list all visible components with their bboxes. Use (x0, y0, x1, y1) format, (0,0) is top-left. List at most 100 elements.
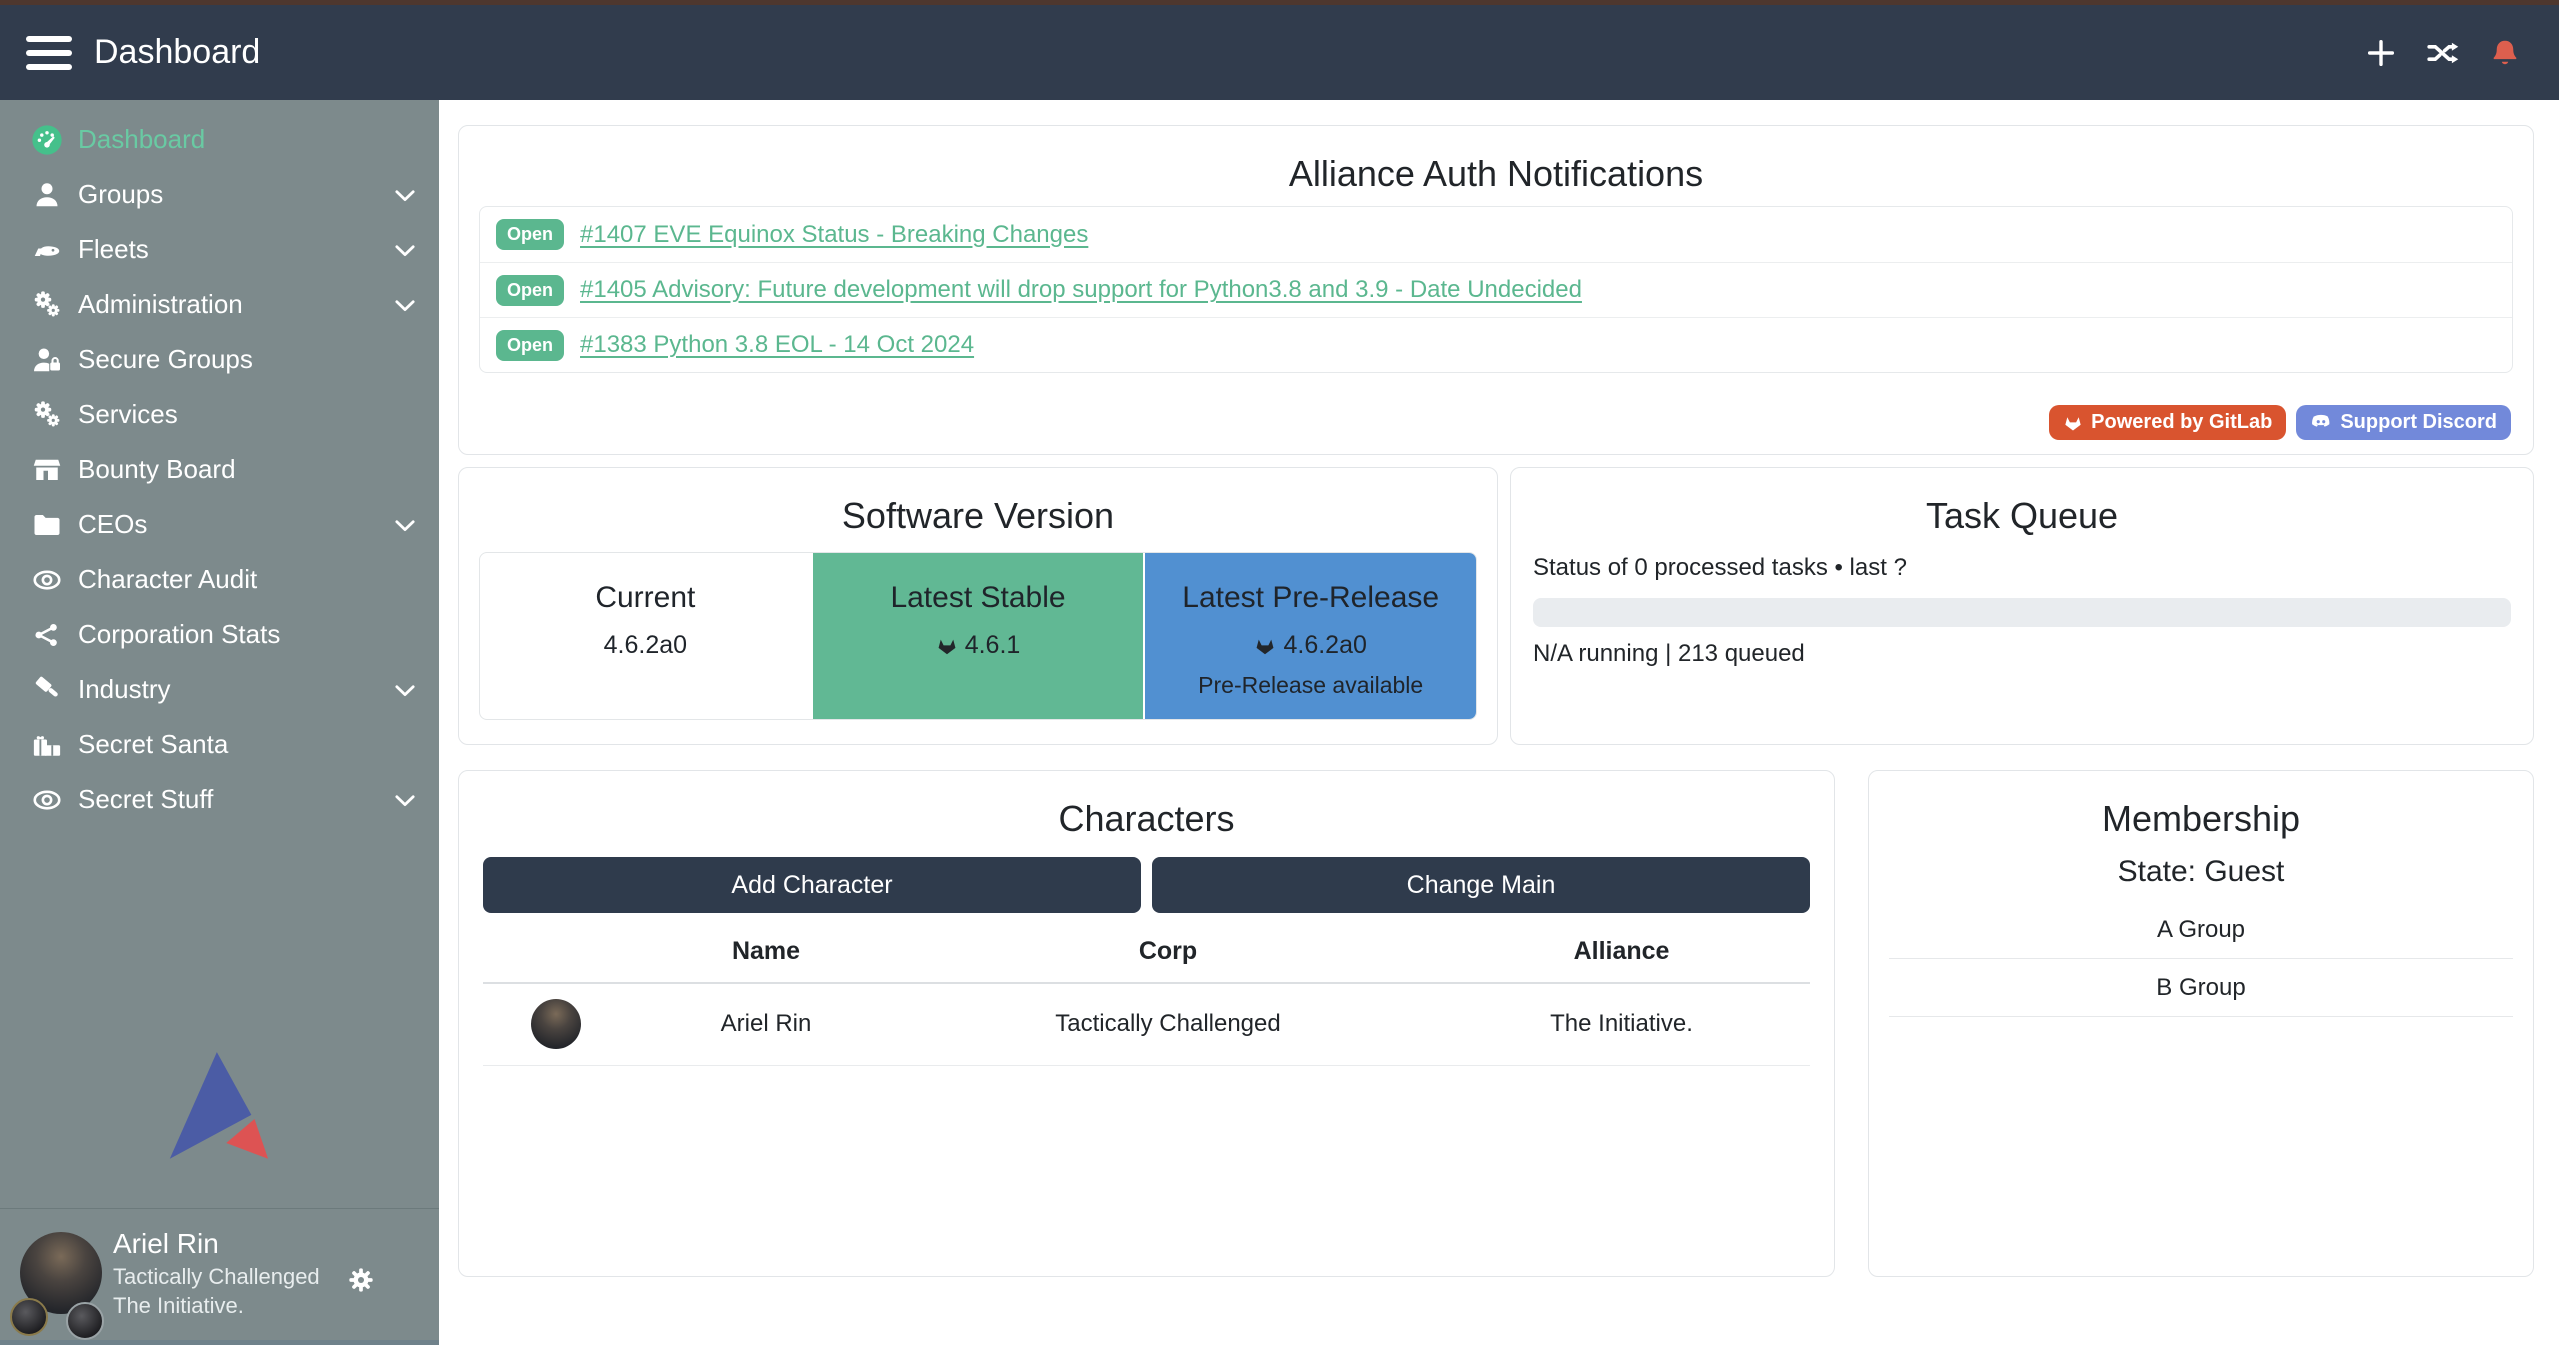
task-progress-bar (1533, 598, 2511, 627)
gitlab-icon (1254, 635, 1276, 657)
cell-corp: Tactically Challenged (903, 983, 1433, 1065)
gitlab-badge-label: Powered by GitLab (2091, 411, 2272, 434)
sidebar-item-label: Bounty Board (78, 454, 236, 485)
alliance-logo-badge (66, 1302, 104, 1340)
header-name: Name (629, 925, 903, 983)
notifications-bell-icon[interactable] (2487, 35, 2523, 71)
sidebar-item-label: Secure Groups (78, 344, 253, 375)
shuffle-icon[interactable] (2425, 35, 2461, 71)
gears-icon (28, 288, 66, 322)
sidebar-item-label: Fleets (78, 234, 149, 265)
discord-badge-label: Support Discord (2340, 411, 2497, 434)
gitlab-icon (936, 635, 958, 657)
version-label: Latest Pre-Release (1145, 581, 1476, 615)
notification-row: Open #1407 EVE Equinox Status - Breaking… (480, 207, 2512, 262)
notification-row: Open #1405 Advisory: Future development … (480, 262, 2512, 317)
sidebar-item-label: Industry (78, 674, 171, 705)
gitlab-icon (2063, 413, 2083, 433)
chevron-down-icon (391, 676, 419, 704)
chevron-down-icon (391, 181, 419, 209)
sidebar-item-character-audit[interactable]: Character Audit (0, 552, 439, 607)
sidebar-item-secret-santa[interactable]: Secret Santa (0, 717, 439, 772)
user-settings-gear-icon[interactable] (347, 1266, 375, 1299)
version-current: Current 4.6.2a0 (480, 553, 811, 719)
sidebar-item-services[interactable]: Services (0, 387, 439, 442)
notifications-panel: Alliance Auth Notifications Open #1407 E… (458, 125, 2534, 455)
header-portrait (483, 925, 629, 983)
version-value: 4.6.1 (965, 631, 1021, 660)
sidebar-item-label: Character Audit (78, 564, 257, 595)
version-latest-stable: Latest Stable 4.6.1 (811, 553, 1144, 719)
version-value: 4.6.2a0 (1283, 631, 1366, 660)
sidebar-item-corporation-stats[interactable]: Corporation Stats (0, 607, 439, 662)
notification-link[interactable]: #1407 EVE Equinox Status - Breaking Chan… (580, 221, 1088, 249)
status-badge: Open (496, 219, 564, 250)
notifications-list: Open #1407 EVE Equinox Status - Breaking… (479, 206, 2513, 373)
main-content: Alliance Auth Notifications Open #1407 E… (439, 100, 2559, 1345)
characters-panel: Characters Add Character Change Main Nam… (458, 770, 1835, 1277)
sidebar-item-label: Dashboard (78, 124, 205, 155)
notification-link[interactable]: #1405 Advisory: Future development will … (580, 276, 1582, 304)
sidebar-item-fleets[interactable]: Fleets (0, 222, 439, 277)
user-alliance: The Initiative. (113, 1291, 320, 1320)
gifts-icon (28, 728, 66, 762)
version-columns: Current 4.6.2a0 Latest Stable 4.6.1 Late… (479, 552, 1477, 720)
sidebar-item-bounty-board[interactable]: Bounty Board (0, 442, 439, 497)
sidebar-item-ceos[interactable]: CEOs (0, 497, 439, 552)
chevron-down-icon (391, 291, 419, 319)
add-character-button[interactable]: Add Character (483, 857, 1141, 913)
task-queue-line: N/A running | 213 queued (1533, 640, 2511, 668)
chevron-down-icon (391, 511, 419, 539)
gauge-icon (28, 123, 66, 157)
membership-title: Membership (1869, 771, 2533, 841)
membership-groups: A Group B Group (1889, 901, 2513, 1017)
prerelease-note: Pre-Release available (1145, 672, 1476, 699)
software-version-panel: Software Version Current 4.6.2a0 Latest … (458, 467, 1498, 745)
folder-icon (28, 508, 66, 542)
powered-by-gitlab-badge[interactable]: Powered by GitLab (2049, 405, 2286, 440)
user-corp: Tactically Challenged (113, 1262, 320, 1291)
character-portrait (531, 999, 581, 1049)
task-queue-panel: Task Queue Status of 0 processed tasks •… (1510, 467, 2534, 745)
version-label: Latest Stable (813, 581, 1144, 615)
membership-state: State: Guest (1869, 855, 2533, 889)
sidebar-item-industry[interactable]: Industry (0, 662, 439, 717)
corp-logo-badge (10, 1298, 48, 1336)
version-value: 4.6.2a0 (604, 631, 687, 660)
hamburger-menu-icon[interactable] (26, 36, 72, 70)
status-badge: Open (496, 330, 564, 361)
list-item: A Group (1889, 901, 2513, 959)
sidebar-item-label: Corporation Stats (78, 619, 280, 650)
sidebar-item-dashboard[interactable]: Dashboard (0, 112, 439, 167)
table-row: Ariel Rin Tactically Challenged The Init… (483, 983, 1810, 1065)
change-main-button[interactable]: Change Main (1152, 857, 1810, 913)
sidebar-menu: Dashboard Groups (0, 100, 439, 827)
user-name: Ariel Rin (113, 1226, 320, 1262)
sidebar-item-secret-stuff[interactable]: Secret Stuff (0, 772, 439, 827)
sidebar-item-label: Secret Stuff (78, 784, 213, 815)
sidebar-item-label: Administration (78, 289, 243, 320)
add-character-icon[interactable] (2363, 35, 2399, 71)
notifications-title: Alliance Auth Notifications (459, 126, 2533, 196)
sidebar-item-administration[interactable]: Administration (0, 277, 439, 332)
cell-alliance: The Initiative. (1433, 983, 1810, 1065)
list-item: B Group (1889, 959, 2513, 1017)
share-nodes-icon (28, 618, 66, 652)
discord-icon (2310, 414, 2332, 432)
chevron-down-icon (391, 236, 419, 264)
sidebar-bottom-strip (0, 1340, 439, 1345)
header-corp: Corp (903, 925, 1433, 983)
sidebar-item-label: CEOs (78, 509, 147, 540)
sidebar-divider (0, 1208, 439, 1209)
eye-icon (28, 563, 66, 597)
sidebar-item-secure-groups[interactable]: Secure Groups (0, 332, 439, 387)
status-badge: Open (496, 275, 564, 306)
alliance-auth-logo (167, 1050, 272, 1170)
hammer-icon (28, 673, 66, 707)
notification-link[interactable]: #1383 Python 3.8 EOL - 14 Oct 2024 (580, 331, 974, 359)
user-icon (28, 178, 66, 212)
support-discord-badge[interactable]: Support Discord (2296, 405, 2511, 440)
task-queue-title: Task Queue (1533, 468, 2511, 538)
sidebar-item-groups[interactable]: Groups (0, 167, 439, 222)
header-alliance: Alliance (1433, 925, 1810, 983)
